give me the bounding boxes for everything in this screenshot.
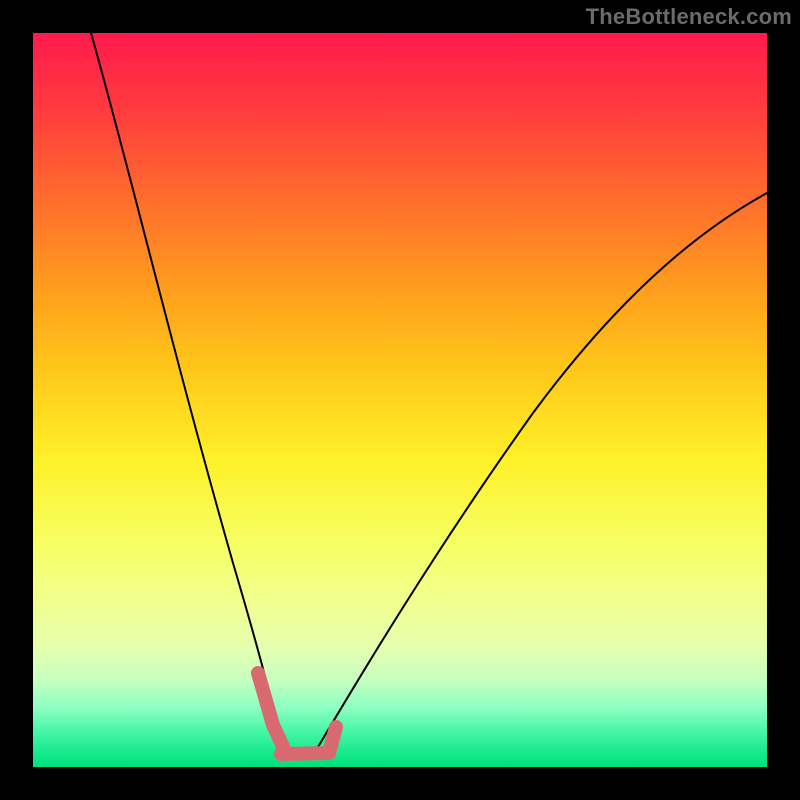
curve-right-branch <box>318 193 767 747</box>
accent-near-minimum <box>258 673 336 754</box>
chart-frame: TheBottleneck.com <box>0 0 800 800</box>
plot-area <box>33 33 767 767</box>
curve-left-branch <box>91 33 281 745</box>
curve-layer <box>33 33 767 767</box>
watermark-text: TheBottleneck.com <box>586 4 792 30</box>
